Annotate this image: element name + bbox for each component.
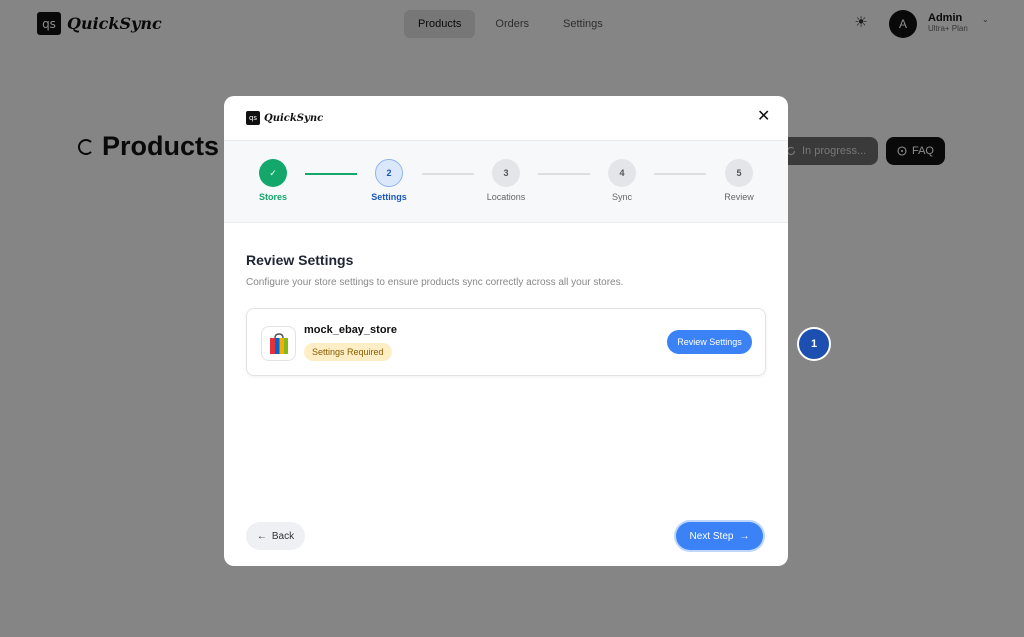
modal-logo: qs QuickSync [246,111,323,125]
arrow-right-icon: → [739,530,750,542]
setup-wizard-modal: qs QuickSync ✕ ✓ Stores 2 Settings 3 Loc… [224,96,788,566]
step-number: 2 [375,159,403,187]
wizard-stepper: ✓ Stores 2 Settings 3 Locations 4 Sync 5… [224,141,788,223]
step-stores[interactable]: ✓ Stores [233,159,313,202]
section-title: Review Settings [246,252,354,268]
annotation-marker: 1 [797,327,831,361]
step-number: 3 [492,159,520,187]
shopping-bag-icon [261,326,296,361]
step-number: 4 [608,159,636,187]
arrow-left-icon: ← [256,530,267,542]
step-sync[interactable]: 4 Sync [582,159,662,202]
step-locations[interactable]: 3 Locations [466,159,546,202]
step-settings[interactable]: 2 Settings [349,159,429,202]
step-label: Settings [371,192,407,202]
back-label: Back [271,530,295,542]
step-label: Locations [486,192,526,202]
logo-text: QuickSync [264,112,324,124]
section-description: Configure your store settings to ensure … [246,277,624,288]
check-icon: ✓ [259,159,287,187]
step-review[interactable]: 5 Review [699,159,779,202]
step-label: Stores [258,192,287,202]
next-step-button[interactable]: Next Step → [676,522,763,550]
review-settings-button[interactable]: Review Settings [667,330,752,354]
step-label: Review [724,192,754,202]
step-number: 5 [725,159,753,187]
close-icon[interactable]: ✕ [757,108,770,126]
back-button[interactable]: ← Back [246,522,305,550]
step-label: Sync [611,192,632,202]
next-label: Next Step [689,530,734,542]
logo-mark: qs [246,111,260,125]
status-badge: Settings Required [304,343,392,361]
store-name: mock_ebay_store [304,324,397,336]
modal-header: qs QuickSync ✕ [224,96,788,141]
store-card: mock_ebay_store Settings Required Review… [246,308,766,376]
